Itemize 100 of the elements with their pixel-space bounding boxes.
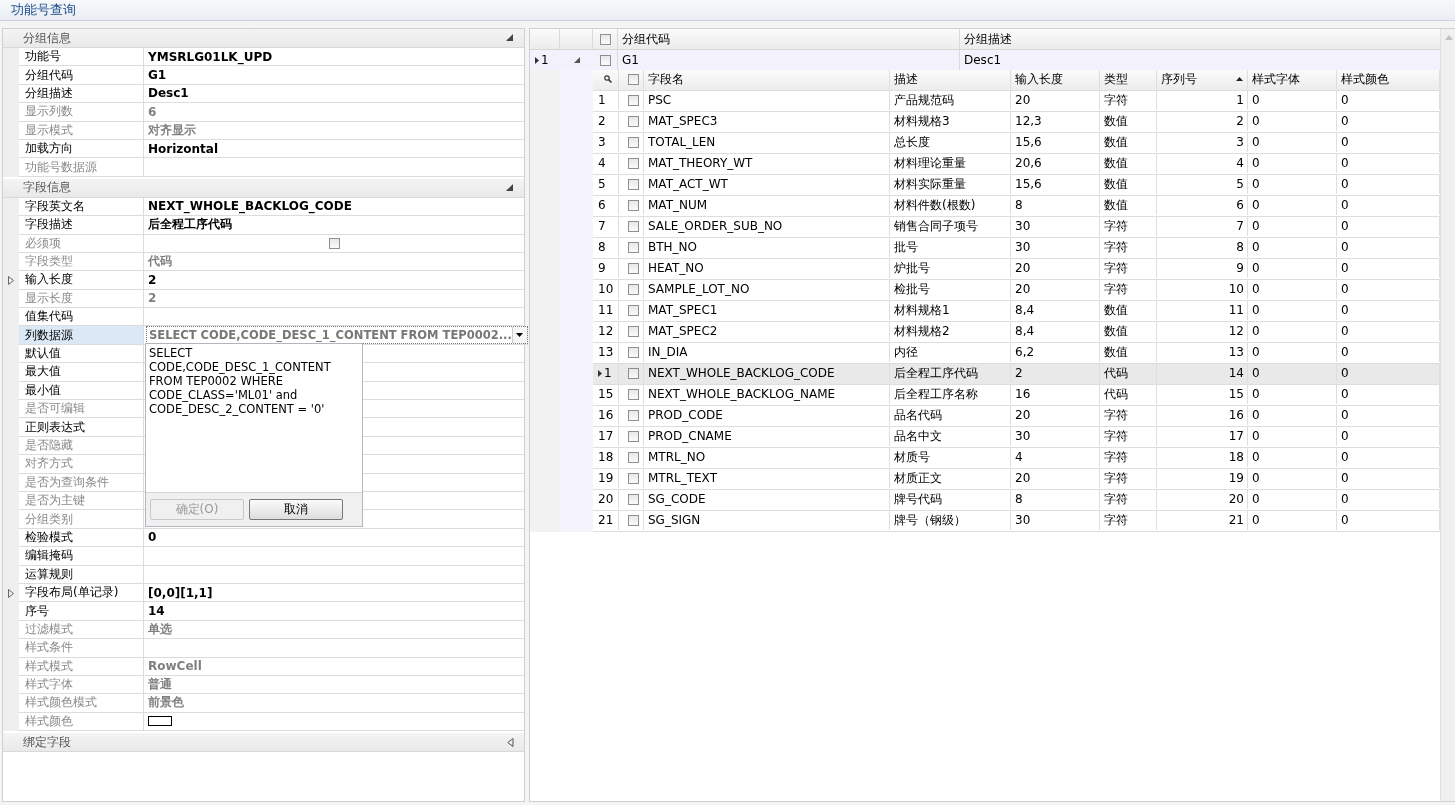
- expand-icon[interactable]: [8, 276, 14, 285]
- table-cell: 0: [1252, 240, 1260, 255]
- table-cell: MAT_NUM: [648, 198, 708, 213]
- checkbox[interactable]: [627, 325, 639, 337]
- table-cell: 0: [1341, 282, 1349, 297]
- property-label: 必须项: [19, 234, 144, 253]
- table-cell: PSC: [648, 93, 672, 108]
- property-label: 字段英文名: [19, 197, 144, 217]
- property-label: 是否为查询条件: [19, 473, 144, 492]
- property-label: 功能号: [19, 48, 144, 67]
- table-cell: 12: [1228, 324, 1244, 339]
- table-cell: 代码: [1104, 364, 1128, 382]
- checkbox[interactable]: [627, 241, 639, 253]
- checkbox[interactable]: [627, 409, 639, 421]
- checkbox[interactable]: [627, 136, 639, 148]
- column-header[interactable]: 输入长度: [1015, 70, 1099, 88]
- property-label: 功能号数据源: [19, 158, 144, 177]
- table-cell: 字符: [1104, 511, 1128, 529]
- expand-icon[interactable]: [8, 588, 14, 598]
- table-cell: 字符: [1104, 427, 1128, 445]
- property-label: 显示模式: [19, 121, 144, 140]
- sql-text[interactable]: SELECT CODE,CODE_DESC_1_CONTENT FROM TEP0002 WHERE CODE_CLASS='ML01' and CODE_DESC_2_CONTENT = '0': [146, 344, 362, 493]
- property-value: 6: [148, 104, 157, 119]
- expand-icon[interactable]: [507, 737, 514, 747]
- table-cell: 8: [1236, 240, 1244, 255]
- table-cell: 9: [1236, 261, 1244, 276]
- table-cell: 0: [1252, 513, 1260, 528]
- row-header: [3, 48, 19, 67]
- section-title: 绑定字段: [23, 733, 72, 751]
- row-number: 12: [598, 324, 614, 339]
- table-cell: 0: [1341, 387, 1349, 402]
- table-cell: 30: [1015, 219, 1031, 234]
- property-value: 后全程工序代码: [148, 216, 232, 234]
- row-number: 9: [598, 261, 606, 276]
- checkbox[interactable]: [627, 346, 639, 358]
- window-title[interactable]: 功能号查询: [0, 1, 86, 19]
- collapse-icon[interactable]: [506, 34, 514, 42]
- table-cell: 0: [1252, 471, 1260, 486]
- table-cell: 0: [1252, 93, 1260, 108]
- table-cell: MAT_THEORY_WT: [648, 156, 753, 171]
- row-number: 1: [598, 93, 606, 108]
- checkbox[interactable]: [627, 115, 639, 127]
- checkbox[interactable]: [627, 220, 639, 232]
- checkbox[interactable]: [627, 493, 639, 505]
- checkbox[interactable]: [627, 199, 639, 211]
- column-header[interactable]: 样式颜色: [1341, 70, 1439, 88]
- checkbox[interactable]: [627, 262, 639, 274]
- checkbox[interactable]: [627, 472, 639, 484]
- checkbox[interactable]: [599, 54, 611, 66]
- property-label: 样式颜色: [19, 712, 144, 732]
- column-header[interactable]: 字段名: [648, 70, 889, 88]
- property-label: 是否可编辑: [19, 400, 144, 419]
- column-header[interactable]: 描述: [894, 70, 1010, 88]
- property-value: 2: [148, 273, 157, 287]
- checkbox[interactable]: [627, 514, 639, 526]
- property-value: 14: [148, 604, 165, 618]
- table-cell: MAT_SPEC3: [648, 114, 718, 129]
- checkbox[interactable]: [627, 451, 639, 463]
- row-number: 6: [598, 198, 606, 213]
- table-cell: IN_DIA: [648, 345, 688, 360]
- checkbox[interactable]: [627, 283, 639, 295]
- checkbox[interactable]: [627, 178, 639, 190]
- table-cell: 牌号（钢级）: [894, 511, 966, 529]
- checkbox[interactable]: [627, 430, 639, 442]
- table-cell: 材料规格2: [894, 322, 950, 340]
- table-cell: 0: [1341, 492, 1349, 507]
- checkbox[interactable]: [627, 388, 639, 400]
- column-header[interactable]: 类型: [1104, 70, 1156, 88]
- table-cell: 0: [1341, 471, 1349, 486]
- table-cell: 16: [1015, 387, 1031, 402]
- search-icon[interactable]: [603, 75, 612, 84]
- scrollbar[interactable]: [1440, 29, 1455, 801]
- collapse-icon[interactable]: [573, 57, 580, 63]
- table-cell: 30: [1015, 240, 1031, 255]
- collapse-icon[interactable]: [506, 183, 514, 192]
- table-cell: 10: [1228, 282, 1244, 297]
- column-header[interactable]: 分组描述: [964, 30, 1012, 48]
- column-header[interactable]: 样式字体: [1252, 70, 1336, 88]
- row-number: 1: [604, 366, 612, 381]
- column-header[interactable]: 序列号: [1161, 70, 1236, 88]
- property-value: YMSRLG01LK_UPD: [148, 49, 273, 64]
- table-cell: 字符: [1104, 448, 1128, 466]
- column-header[interactable]: 分组代码: [622, 30, 670, 48]
- table-cell: 8: [1015, 492, 1023, 507]
- table-cell: 20: [1015, 282, 1031, 297]
- table-cell: 数值: [1104, 322, 1128, 340]
- property-label: 检验模式: [19, 528, 144, 548]
- table-cell: 16: [1228, 408, 1244, 423]
- checkbox[interactable]: [627, 157, 639, 169]
- cancel-button[interactable]: 取消: [249, 499, 343, 521]
- table-cell: 12,3: [1015, 114, 1042, 129]
- checkbox[interactable]: [627, 304, 639, 316]
- checkbox[interactable]: [627, 73, 639, 85]
- checkbox[interactable]: [599, 33, 611, 45]
- row-number: 16: [598, 408, 614, 423]
- checkbox[interactable]: [627, 94, 639, 106]
- checkbox[interactable]: [627, 367, 639, 379]
- property-label: 正则表达式: [19, 418, 144, 437]
- table-cell: 2: [1236, 114, 1244, 129]
- table-cell: 1: [1236, 93, 1244, 108]
